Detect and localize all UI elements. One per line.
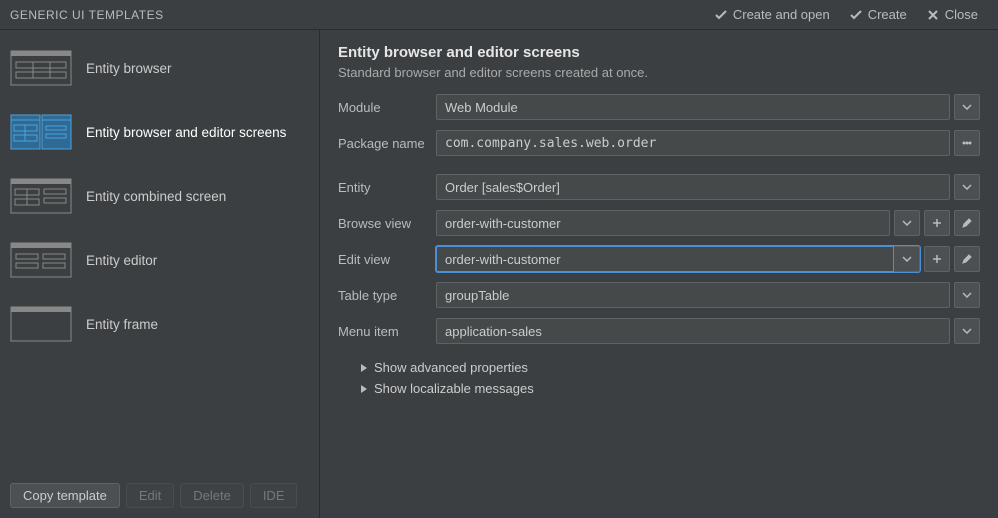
expander-label: Show localizable messages <box>374 381 534 396</box>
header: GENERIC UI TEMPLATES Create and open Cre… <box>0 0 998 30</box>
browse-view-add-button[interactable] <box>924 210 950 236</box>
sidebar: Entity browser Entity browser and editor… <box>0 30 320 518</box>
chevron-down-icon <box>902 254 912 264</box>
template-thumb-icon <box>10 114 72 150</box>
page-title: Entity browser and editor screens <box>338 44 980 61</box>
close-label: Close <box>945 7 978 22</box>
browse-view-label: Browse view <box>338 216 432 231</box>
page-description: Standard browser and editor screens crea… <box>338 65 980 80</box>
template-label: Entity frame <box>86 317 309 332</box>
template-list: Entity browser Entity browser and editor… <box>0 36 319 473</box>
package-row: Package name <box>338 130 980 156</box>
pencil-icon <box>962 254 972 264</box>
table-type-select[interactable] <box>436 282 950 308</box>
menu-item-select[interactable] <box>436 318 950 344</box>
module-label: Module <box>338 100 432 115</box>
template-label: Entity browser and editor screens <box>86 125 309 140</box>
check-icon <box>715 9 727 21</box>
plus-icon <box>932 254 942 264</box>
chevron-down-icon <box>962 326 972 336</box>
template-thumb-icon <box>10 242 72 278</box>
template-thumb-icon <box>10 50 72 86</box>
create-and-open-label: Create and open <box>733 7 830 22</box>
show-advanced-properties[interactable]: Show advanced properties <box>360 360 980 375</box>
edit-button: Edit <box>126 483 174 508</box>
ellipsis-icon <box>962 138 972 148</box>
template-label: Entity combined screen <box>86 189 309 204</box>
close-button[interactable]: Close <box>917 7 988 22</box>
template-label: Entity editor <box>86 253 309 268</box>
plus-icon <box>932 218 942 228</box>
create-button[interactable]: Create <box>840 7 917 22</box>
template-entity-browser-editor[interactable]: Entity browser and editor screens <box>0 100 319 164</box>
entity-dropdown-button[interactable] <box>954 174 980 200</box>
template-entity-editor[interactable]: Entity editor <box>0 228 319 292</box>
edit-view-dropdown-button[interactable] <box>894 246 920 272</box>
browse-view-row: Browse view <box>338 210 980 236</box>
triangle-right-icon <box>360 363 368 373</box>
copy-template-button[interactable]: Copy template <box>10 483 120 508</box>
browse-view-select[interactable] <box>436 210 890 236</box>
chevron-down-icon <box>902 218 912 228</box>
menu-item-label: Menu item <box>338 324 432 339</box>
package-input[interactable] <box>436 130 950 156</box>
show-localizable-messages[interactable]: Show localizable messages <box>360 381 980 396</box>
package-browse-button[interactable] <box>954 130 980 156</box>
browse-view-dropdown-button[interactable] <box>894 210 920 236</box>
table-type-row: Table type <box>338 282 980 308</box>
create-label: Create <box>868 7 907 22</box>
ide-button: IDE <box>250 483 298 508</box>
edit-view-row: Edit view <box>338 246 980 272</box>
package-label: Package name <box>338 136 432 151</box>
create-and-open-button[interactable]: Create and open <box>705 7 840 22</box>
delete-button: Delete <box>180 483 244 508</box>
entity-label: Entity <box>338 180 432 195</box>
module-row: Module <box>338 94 980 120</box>
edit-view-select[interactable] <box>436 246 894 272</box>
template-thumb-icon <box>10 306 72 342</box>
template-entity-frame[interactable]: Entity frame <box>0 292 319 356</box>
browse-view-edit-button[interactable] <box>954 210 980 236</box>
chevron-down-icon <box>962 182 972 192</box>
triangle-right-icon <box>360 384 368 394</box>
edit-view-add-button[interactable] <box>924 246 950 272</box>
edit-view-edit-button[interactable] <box>954 246 980 272</box>
pencil-icon <box>962 218 972 228</box>
sidebar-footer: Copy template Edit Delete IDE <box>0 473 319 518</box>
template-thumb-icon <box>10 178 72 214</box>
menu-item-dropdown-button[interactable] <box>954 318 980 344</box>
menu-item-row: Menu item <box>338 318 980 344</box>
chevron-down-icon <box>962 290 972 300</box>
module-dropdown-button[interactable] <box>954 94 980 120</box>
expander-label: Show advanced properties <box>374 360 528 375</box>
entity-row: Entity <box>338 174 980 200</box>
edit-view-label: Edit view <box>338 252 432 267</box>
template-label: Entity browser <box>86 61 309 76</box>
close-icon <box>927 9 939 21</box>
table-type-dropdown-button[interactable] <box>954 282 980 308</box>
template-entity-browser[interactable]: Entity browser <box>0 36 319 100</box>
main-panel: Entity browser and editor screens Standa… <box>320 30 998 518</box>
template-entity-combined[interactable]: Entity combined screen <box>0 164 319 228</box>
check-icon <box>850 9 862 21</box>
window-title: GENERIC UI TEMPLATES <box>10 8 164 22</box>
table-type-label: Table type <box>338 288 432 303</box>
module-select[interactable] <box>436 94 950 120</box>
chevron-down-icon <box>962 102 972 112</box>
entity-select[interactable] <box>436 174 950 200</box>
